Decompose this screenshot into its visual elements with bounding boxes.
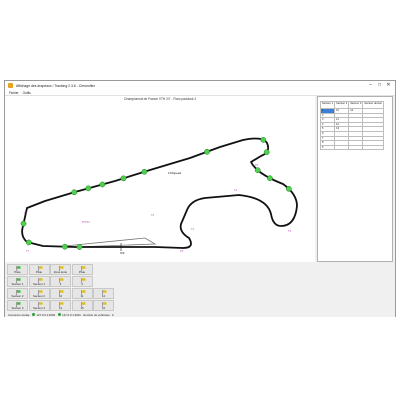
flag-marker[interactable]: [99, 181, 106, 188]
sector-grid-panel: Secteur 1 Secteur 2 Secteur 3 Secteur de…: [317, 96, 393, 262]
sector-table: Secteur 1 Secteur 2 Secteur 3 Secteur de…: [319, 101, 384, 151]
flag-marker[interactable]: [285, 185, 292, 192]
flag-button[interactable]: 3: [71, 276, 93, 287]
flag-marker[interactable]: [254, 167, 261, 174]
flag-button-label: Secteur 3: [11, 305, 24, 310]
flag-button-label: 15: [80, 305, 84, 310]
sector-header[interactable]: Secteur dernier: [362, 101, 384, 109]
flag-button-label: Secteur 1: [33, 281, 45, 286]
table-row[interactable]: 9: [319, 144, 384, 151]
flag-marker-layer: [20, 136, 292, 250]
flag-button-label: 2: [59, 281, 62, 286]
flag-button-label: Piste: [78, 269, 86, 274]
flag-button[interactable]: 10: [50, 288, 71, 299]
corner-label: T6: [151, 213, 155, 217]
maximize-icon[interactable]: □: [375, 81, 384, 90]
flag-button[interactable]: 15: [71, 300, 93, 311]
flag-button-label: Secteur 1: [11, 281, 24, 286]
flag-button[interactable]: Secteur 1: [28, 276, 50, 287]
corner-label: T4: [191, 227, 195, 231]
pit-label: PITIN: [82, 220, 90, 224]
flag-marker[interactable]: [120, 175, 127, 182]
track-svg: S/F 170speed PITIN T1 T2 T3 T4 T5 T6 T7 …: [20, 136, 298, 255]
corner-label: T7: [26, 249, 30, 253]
menu-outils[interactable]: Outils: [23, 91, 31, 95]
sector-header[interactable]: Secteur 3: [348, 101, 364, 109]
flag-button[interactable]: Secteur 2: [7, 288, 28, 299]
table-cell[interactable]: [334, 144, 350, 151]
app-icon: [8, 83, 13, 88]
flag-button[interactable]: Secteur 1: [7, 276, 28, 287]
flag-marker[interactable]: [204, 148, 210, 155]
flag-button[interactable]: 14: [50, 300, 71, 311]
flag-marker[interactable]: [20, 220, 27, 227]
minimize-icon[interactable]: –: [366, 81, 375, 90]
status-item-1: 127.0.0.1:4000: [32, 313, 55, 317]
flag-button-label: Secteur 2: [11, 293, 24, 298]
flag-button-label: Zone lente: [53, 269, 68, 274]
app-window: Affichage des drapeaux / Tracking 2.3.6 …: [4, 80, 396, 317]
flag-marker[interactable]: [85, 185, 92, 192]
status-text: 127.0.0.1:4000: [36, 312, 56, 317]
table-cell[interactable]: [348, 144, 364, 151]
flag-button-panel: Piste Piste Zone lente Piste Secteur 1 Secteu…: [5, 263, 315, 312]
status-ok-icon: [32, 313, 36, 316]
flag-marker[interactable]: [71, 189, 78, 196]
flag-button[interactable]: Secteur 3: [28, 300, 50, 311]
window-controls: – □ ✕: [366, 81, 393, 90]
corner-label: T2: [234, 188, 238, 192]
sector-header[interactable]: Secteur 1: [319, 101, 336, 109]
flag-marker[interactable]: [76, 244, 83, 250]
flag-marker[interactable]: [263, 149, 270, 155]
flag-button-label: Piste: [14, 269, 21, 274]
status-item-2: 127.0.0.1:4001 · Nombre de véhicules : 0: [58, 313, 113, 317]
window-title: Affichage des drapeaux / Tracking 2.3.6 …: [16, 83, 96, 88]
flag-button-label: 12: [101, 293, 106, 298]
status-ok-icon: [58, 313, 62, 316]
flag-marker[interactable]: [267, 175, 273, 182]
flag-marker[interactable]: [25, 239, 32, 246]
flag-button[interactable]: Piste: [7, 264, 28, 275]
flag-marker[interactable]: [260, 136, 267, 143]
menu-fichier[interactable]: Fichier: [9, 91, 19, 95]
corner-label: T5: [255, 163, 259, 167]
start-line-label: S/F: [120, 251, 125, 255]
flag-button[interactable]: 12: [93, 288, 114, 299]
flag-button-label: 3: [81, 281, 83, 286]
flag-button[interactable]: Secteur 3: [7, 300, 28, 311]
flag-button[interactable]: 2: [50, 276, 71, 287]
track-outline: [21, 137, 298, 249]
table-cell[interactable]: 9: [319, 144, 336, 151]
speed-trap-label: 170speed: [168, 171, 182, 175]
flag-button-label: 16: [101, 305, 106, 310]
flag-button-label: Secteur 3: [33, 305, 45, 310]
corner-label: T8: [180, 249, 184, 253]
connection-label: Connexion locale: [8, 312, 30, 317]
flag-button-label: 11: [80, 293, 84, 298]
flag-button[interactable]: Piste: [28, 264, 50, 275]
flag-marker[interactable]: [62, 243, 68, 250]
title-bar[interactable]: Affichage des drapeaux / Tracking 2.3.6 …: [5, 81, 395, 90]
flag-marker[interactable]: [141, 168, 148, 175]
corner-label: T3: [288, 229, 292, 233]
close-icon[interactable]: ✕: [384, 81, 393, 90]
table-cell[interactable]: [362, 144, 384, 151]
status-text: 127.0.0.1:4001 · Nombre de véhicules : 0: [62, 312, 114, 317]
flag-button-label: Secteur 2: [33, 293, 45, 298]
flag-button[interactable]: 11: [71, 288, 93, 299]
flag-button-label: 10: [58, 293, 63, 298]
track-map[interactable]: S/F 170speed PITIN T1 T2 T3 T4 T5 T6 T7 …: [5, 102, 315, 262]
flag-button[interactable]: Piste: [71, 264, 93, 275]
status-bar: Connexion locale 127.0.0.1:4000 127.0.0.…: [5, 312, 395, 317]
flag-button-label: Piste: [35, 269, 43, 274]
flag-button[interactable]: 16: [93, 300, 114, 311]
sector-header[interactable]: Secteur 2: [334, 101, 350, 109]
flag-button[interactable]: Secteur 2: [28, 288, 50, 299]
flag-button[interactable]: Zone lente: [50, 264, 71, 275]
flag-button-label: 14: [58, 305, 63, 310]
